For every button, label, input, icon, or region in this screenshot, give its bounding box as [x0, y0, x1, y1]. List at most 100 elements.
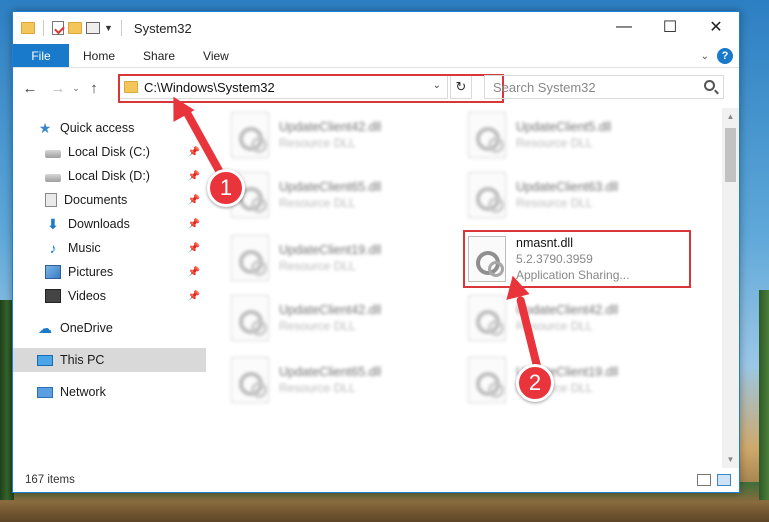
nav-label: Local Disk (C:)	[68, 145, 150, 159]
dll-file-icon	[468, 357, 506, 403]
maximize-button[interactable]: ☐	[647, 12, 693, 42]
file-tile[interactable]: UpdateClient42.dll Resource DLL	[231, 108, 461, 162]
tiles-view-icon[interactable]	[717, 474, 731, 486]
nav-label: Music	[68, 241, 101, 255]
dll-file-icon	[231, 295, 269, 341]
item-count: 167 items	[25, 474, 75, 486]
star-icon: ★	[38, 120, 52, 136]
status-bar: 167 items	[13, 468, 739, 492]
forward-arrow-icon[interactable]: →	[47, 80, 69, 97]
explorer-window: ▼ System32 — ☐ ✕ File Home Share View ⌄ …	[12, 11, 740, 493]
file-name: UpdateClient19.dll	[279, 243, 382, 257]
scroll-thumb[interactable]	[725, 128, 736, 182]
recent-locations-icon[interactable]: ⌄	[69, 83, 83, 94]
title-bar: ▼ System32 — ☐ ✕	[13, 12, 739, 44]
back-arrow-icon[interactable]: ←	[19, 80, 41, 97]
dll-file-icon	[231, 357, 269, 403]
nav-label: OneDrive	[60, 321, 113, 335]
nav-documents[interactable]: Documents 📌	[13, 188, 206, 212]
properties-icon[interactable]	[52, 21, 64, 35]
expand-ribbon-icon[interactable]: ⌄	[701, 51, 709, 62]
file-description: Resource DLL	[279, 136, 356, 150]
music-icon: ♪	[49, 240, 57, 256]
file-tile[interactable]: UpdateClient65.dll Resource DLL	[231, 168, 461, 222]
file-name: UpdateClient63.dll	[516, 180, 619, 194]
file-tile[interactable]: UpdateClient19.dll Resource DLL	[468, 353, 698, 407]
pin-icon[interactable]: 📌	[188, 243, 200, 254]
search-icon[interactable]	[704, 80, 715, 91]
nav-pictures[interactable]: Pictures 📌	[13, 260, 206, 284]
vertical-scrollbar[interactable]: ▲ ▼	[722, 108, 739, 468]
file-name: UpdateClient5.dll	[516, 120, 612, 134]
file-highlight-box	[463, 230, 691, 288]
nav-onedrive[interactable]: ☁ OneDrive	[13, 316, 206, 340]
nav-music[interactable]: ♪ Music 📌	[13, 236, 206, 260]
nav-local-disk-c[interactable]: Local Disk (C:) 📌	[13, 140, 206, 164]
file-tile[interactable]: UpdateClient5.dll Resource DLL	[468, 108, 698, 162]
file-tile[interactable]: UpdateClient19.dll Resource DLL	[231, 231, 461, 285]
tab-home[interactable]: Home	[69, 44, 129, 67]
file-tile[interactable]: UpdateClient42.dll Resource DLL	[231, 291, 461, 345]
folder-icon	[21, 22, 35, 34]
file-name: UpdateClient65.dll	[279, 180, 382, 194]
file-description: Resource DLL	[279, 381, 356, 395]
quick-access-toolbar: ▼	[13, 20, 126, 36]
nav-local-disk-d[interactable]: Local Disk (D:) 📌	[13, 164, 206, 188]
downloads-icon: ⬇	[47, 216, 59, 232]
nav-downloads[interactable]: ⬇ Downloads 📌	[13, 212, 206, 236]
qat-dropdown-icon[interactable]: ▼	[104, 23, 113, 33]
dll-file-icon	[231, 235, 269, 281]
nav-label: Network	[60, 385, 106, 399]
toolbar-divider	[120, 20, 122, 36]
tab-file[interactable]: File	[13, 44, 69, 67]
tab-share[interactable]: Share	[129, 44, 189, 67]
network-icon	[37, 386, 53, 398]
details-view-icon[interactable]	[697, 474, 711, 486]
file-tile[interactable]: UpdateClient65.dll Resource DLL	[231, 353, 461, 407]
file-tile[interactable]: UpdateClient63.dll Resource DLL	[468, 168, 698, 222]
drive-icon	[45, 149, 61, 158]
step-2-badge: 2	[516, 364, 554, 402]
file-name: UpdateClient65.dll	[279, 365, 382, 379]
dll-file-icon	[468, 295, 506, 341]
close-button[interactable]: ✕	[693, 12, 739, 42]
step-1-badge: 1	[207, 169, 245, 207]
scroll-down-icon[interactable]: ▼	[722, 451, 739, 468]
dll-file-icon	[468, 112, 506, 158]
pin-icon[interactable]: 📌	[188, 147, 200, 158]
help-icon[interactable]: ?	[717, 48, 733, 64]
file-description: Resource DLL	[279, 259, 356, 273]
scroll-up-icon[interactable]: ▲	[722, 108, 739, 125]
file-tile[interactable]: UpdateClient42.dll Resource DLL	[468, 291, 698, 345]
up-arrow-icon[interactable]: ↑	[83, 80, 105, 97]
customize-icon[interactable]	[86, 22, 100, 34]
pin-icon[interactable]: 📌	[188, 171, 200, 182]
file-description: Resource DLL	[516, 196, 593, 210]
pin-icon[interactable]: 📌	[188, 291, 200, 302]
nav-label: Pictures	[68, 265, 114, 279]
file-description: Resource DLL	[516, 136, 593, 150]
nav-videos[interactable]: Videos 📌	[13, 284, 206, 308]
drive-icon	[45, 173, 61, 182]
search-input[interactable]	[493, 79, 693, 95]
search-box[interactable]	[484, 75, 724, 99]
nav-label: Local Disk (D:)	[68, 169, 150, 183]
nav-this-pc[interactable]: This PC	[13, 348, 206, 372]
pin-icon[interactable]: 📌	[188, 195, 200, 206]
nav-network[interactable]: Network	[13, 380, 206, 404]
nav-label: Videos	[68, 289, 106, 303]
file-description: Resource DLL	[279, 196, 356, 210]
pin-icon[interactable]: 📌	[188, 219, 200, 230]
new-folder-icon[interactable]	[68, 22, 82, 34]
ribbon-tabs: File Home Share View ⌄ ?	[13, 44, 739, 68]
ribbon-right: ⌄ ?	[701, 48, 733, 64]
tab-view[interactable]: View	[189, 44, 243, 67]
cloud-icon: ☁	[38, 320, 52, 336]
documents-icon	[45, 193, 57, 207]
minimize-button[interactable]: —	[601, 12, 647, 42]
dll-file-icon	[231, 112, 269, 158]
pin-icon[interactable]: 📌	[188, 267, 200, 278]
file-name: UpdateClient42.dll	[279, 303, 382, 317]
